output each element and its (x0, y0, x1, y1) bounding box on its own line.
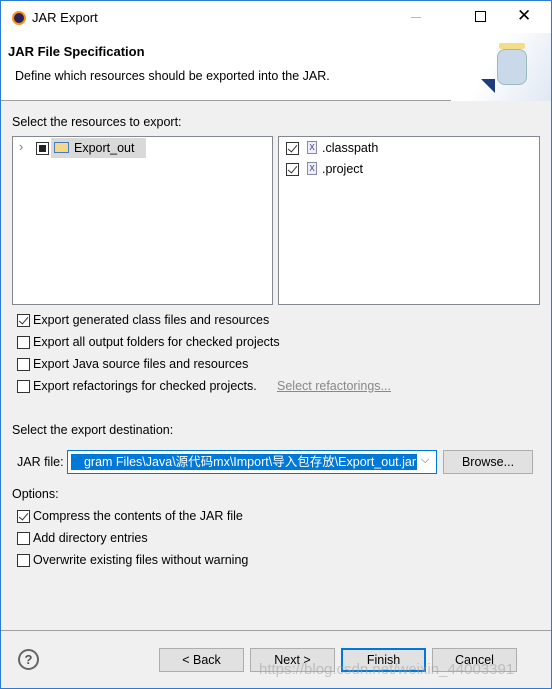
minimize-button[interactable] (411, 17, 421, 18)
jar-file-input[interactable]: gram Files\Java\源代码mx\Import\导入包存放\Expor… (71, 454, 417, 470)
back-button[interactable]: < Back (159, 648, 244, 672)
xml-file-icon: X (307, 162, 317, 175)
watermark: https://blog.csdn.net/weixin_44003391 (259, 661, 515, 678)
close-button[interactable]: ✕ (517, 6, 531, 26)
file-label: .project (322, 162, 363, 176)
file-checkbox-classpath[interactable] (286, 142, 299, 155)
page-description: Define which resources should be exporte… (15, 69, 330, 83)
file-list[interactable]: X .classpath X .project (278, 136, 540, 305)
jar-file-combo[interactable]: gram Files\Java\源代码mx\Import\导入包存放\Expor… (67, 450, 437, 474)
file-label: .classpath (322, 141, 379, 155)
help-icon[interactable]: ? (18, 649, 39, 670)
destination-label: Select the export destination: (12, 423, 174, 437)
overwrite-checkbox[interactable] (17, 554, 30, 567)
jar-export-dialog: JAR Export ✕ JAR File Specification Defi… (0, 0, 552, 689)
export-refactorings-checkbox[interactable] (17, 380, 30, 393)
wizard-header: JAR File Specification Define which reso… (1, 33, 551, 101)
title-bar: JAR Export ✕ (1, 1, 551, 33)
select-refactorings-link[interactable]: Select refactorings... (277, 379, 391, 393)
chevron-down-icon[interactable]: ⌵ (421, 454, 429, 467)
option-label: Compress the contents of the JAR file (33, 509, 243, 523)
tree-item-export-out[interactable]: Export_out (51, 138, 146, 158)
xml-file-icon: X (307, 141, 317, 154)
footer-divider (1, 630, 551, 631)
page-title: JAR File Specification (8, 44, 145, 59)
option-label: Add directory entries (33, 531, 148, 545)
export-option-label: Export refactorings for checked projects… (33, 379, 257, 393)
export-class-files-checkbox[interactable] (17, 314, 30, 327)
browse-button[interactable]: Browse... (443, 450, 533, 474)
file-checkbox-project[interactable] (286, 163, 299, 176)
directory-entries-checkbox[interactable] (17, 532, 30, 545)
resource-tree[interactable]: › Export_out (12, 136, 273, 305)
export-option-label: Export all output folders for checked pr… (33, 335, 280, 349)
eclipse-icon (12, 11, 26, 25)
option-label: Overwrite existing files without warning (33, 553, 249, 567)
tree-checkbox-partial[interactable] (36, 142, 49, 155)
maximize-button[interactable] (475, 11, 486, 22)
project-folder-icon (54, 142, 69, 153)
window-title: JAR Export (32, 10, 98, 25)
resources-label: Select the resources to export: (12, 115, 182, 129)
jar-file-label: JAR file: (17, 455, 64, 469)
export-output-folders-checkbox[interactable] (17, 336, 30, 349)
jar-banner-icon (451, 33, 551, 101)
export-option-label: Export generated class files and resourc… (33, 313, 270, 327)
compress-checkbox[interactable] (17, 510, 30, 523)
export-source-checkbox[interactable] (17, 358, 30, 371)
expand-chevron-icon[interactable]: › (19, 140, 23, 154)
options-label: Options: (12, 487, 59, 501)
export-option-label: Export Java source files and resources (33, 357, 249, 371)
